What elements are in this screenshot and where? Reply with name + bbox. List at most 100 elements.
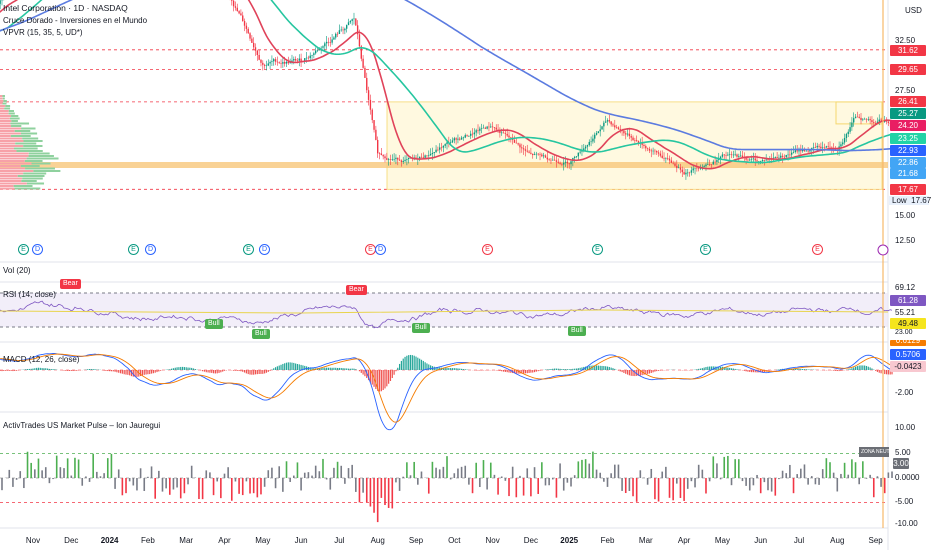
macd-hist-bar xyxy=(564,369,567,370)
rsi-upper: 69.12 xyxy=(895,283,916,292)
earnings-marker[interactable]: E xyxy=(243,244,254,255)
pulse-bar xyxy=(471,478,474,494)
pulse-bar xyxy=(358,478,361,503)
macd-hist-bar xyxy=(74,370,76,371)
candle xyxy=(794,150,797,152)
lightning-icon xyxy=(877,244,889,256)
indicator-golden-cross[interactable]: Cruce Dorado - Inversiones en el Mundo xyxy=(3,16,147,25)
pulse-bar xyxy=(12,478,14,487)
pulse-bar xyxy=(92,453,94,478)
pulse-bar xyxy=(500,476,503,478)
macd-hist-bar xyxy=(382,370,384,391)
macd-hist-bar xyxy=(76,370,78,371)
macd-hist-bar xyxy=(269,370,271,371)
candle xyxy=(663,157,665,159)
currency-label[interactable]: USD xyxy=(905,6,922,15)
dividend-marker[interactable]: D xyxy=(32,244,43,255)
macd-hist-bar xyxy=(358,370,361,372)
volume-pane-title[interactable]: Vol (20) xyxy=(3,266,31,275)
earnings-marker[interactable]: E xyxy=(700,244,711,255)
macd-pane-title[interactable]: MACD (12, 26, close) xyxy=(3,355,79,364)
earnings-marker[interactable]: E xyxy=(18,244,29,255)
vp-bar-up xyxy=(25,167,55,170)
candle xyxy=(373,120,375,130)
candle xyxy=(617,127,620,130)
macd-hist-bar xyxy=(749,370,751,372)
pulse-bar xyxy=(52,478,54,480)
vp-bar-up xyxy=(23,140,43,142)
vp-bar-down xyxy=(0,112,9,115)
macd-line xyxy=(0,352,893,431)
macd-hist-bar xyxy=(30,368,32,370)
macd-hist-bar xyxy=(191,367,193,370)
candle xyxy=(453,138,455,141)
macd-hist-bar xyxy=(532,370,534,373)
macd-hist-bar xyxy=(626,370,629,375)
earnings-marker[interactable]: E xyxy=(592,244,603,255)
macd-hist-bar xyxy=(141,370,144,376)
macd-hist-bar xyxy=(729,367,731,370)
macd-hist-bar xyxy=(854,366,857,370)
pulse-bar xyxy=(752,478,755,486)
chart-canvas[interactable] xyxy=(0,0,932,550)
symbol-title[interactable]: Intel Corporation · 1D · NASDAQ xyxy=(3,3,128,13)
macd-hist-bar xyxy=(805,369,807,370)
candle xyxy=(623,130,625,134)
pulse-bar xyxy=(99,476,102,478)
indicator-vpvr[interactable]: VPVR (15, 35, 5, UD*) xyxy=(3,28,83,37)
pulse-bar xyxy=(205,470,208,478)
pulse-bar xyxy=(427,478,430,494)
candle xyxy=(672,162,674,164)
macd-hist-bar xyxy=(105,370,107,371)
macd-hist-bar xyxy=(630,370,632,376)
earnings-marker[interactable]: E xyxy=(482,244,493,255)
candle xyxy=(626,133,629,135)
time-tick: Mar xyxy=(179,536,194,545)
macd-hist-bar xyxy=(422,360,424,370)
candle xyxy=(635,140,638,142)
pulse-bar xyxy=(63,468,65,478)
macd-hist-bar xyxy=(619,370,621,372)
macd-hist-bar xyxy=(245,370,247,374)
dividend-marker[interactable]: D xyxy=(259,244,270,255)
time-tick: Feb xyxy=(600,536,615,545)
candle xyxy=(293,59,295,61)
candle xyxy=(429,153,432,156)
macd-hist-bar xyxy=(880,370,882,374)
pulse-bar xyxy=(537,478,539,494)
dividend-marker[interactable]: D xyxy=(375,244,386,255)
candle xyxy=(873,122,875,124)
candle xyxy=(542,155,545,157)
candle xyxy=(283,62,286,64)
candle xyxy=(854,116,857,119)
candle xyxy=(603,122,605,127)
macd-hist-bar xyxy=(169,369,171,370)
pulse-bar xyxy=(336,461,339,478)
earnings-marker[interactable]: E xyxy=(128,244,139,255)
pulse-bar xyxy=(165,478,167,489)
earnings-marker[interactable]: E xyxy=(812,244,823,255)
candle xyxy=(271,61,273,63)
macd-hist-bar xyxy=(419,358,421,370)
rsi-pane-title[interactable]: RSI (14, close) xyxy=(3,290,56,299)
vp-bar-up xyxy=(16,150,43,152)
macd-hist-bar xyxy=(406,355,408,370)
pulse-bar xyxy=(570,478,572,487)
macd-hist-bar xyxy=(331,367,333,370)
candle xyxy=(395,157,397,160)
dividend-marker[interactable]: D xyxy=(145,244,156,255)
macd-hist-bar xyxy=(537,370,539,372)
pulse-pane-title[interactable]: ActivTrades US Market Pulse – Ion Jaureg… xyxy=(3,421,160,430)
candle xyxy=(313,53,315,56)
vp-bar-down xyxy=(0,150,17,152)
macd-hist-bar xyxy=(63,370,65,371)
rsi-band xyxy=(0,293,888,327)
candle xyxy=(329,42,331,43)
pulse-bar xyxy=(285,461,288,478)
macd-hist-bar xyxy=(336,367,339,370)
candle xyxy=(508,135,510,138)
pulse-bar xyxy=(278,466,281,478)
candle xyxy=(745,157,747,160)
vp-bar-up xyxy=(21,127,36,130)
macd-hist-bar xyxy=(833,370,835,371)
